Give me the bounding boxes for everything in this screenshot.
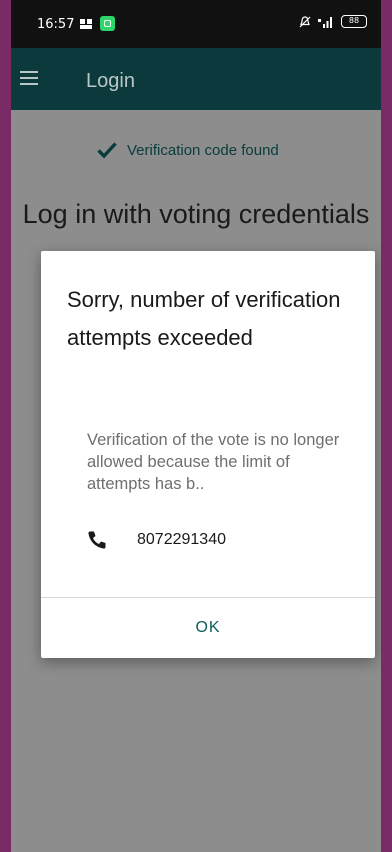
mute-icon (299, 15, 311, 27)
dialog-title: Sorry, number of verification attempts e… (67, 287, 341, 350)
verification-status: Verification code found (97, 140, 279, 160)
status-time: 16:57 (37, 17, 75, 32)
app-title: Login (86, 70, 135, 92)
error-dialog: Sorry, number of verification attempts e… (41, 251, 375, 658)
check-icon (97, 142, 117, 159)
signal-icon (318, 16, 332, 28)
app-bar: Login (11, 48, 381, 110)
page-heading: Log in with voting credentials (22, 199, 370, 229)
phone-contact[interactable]: 8072291340 (87, 530, 226, 550)
phone-screen: 16:57 88 Login Verification code found L… (11, 0, 381, 852)
app-icon (100, 16, 115, 31)
phone-number: 8072291340 (137, 531, 226, 548)
status-right-icons: 88 (299, 15, 367, 28)
ok-button[interactable]: OK (41, 598, 375, 658)
dialog-message: Verification of the vote is no longer al… (87, 431, 340, 493)
verification-status-text: Verification code found (127, 141, 279, 159)
phone-icon (88, 531, 106, 549)
status-bar: 16:57 88 (11, 0, 381, 48)
battery-icon: 88 (341, 15, 367, 28)
hamburger-menu-icon[interactable] (20, 69, 38, 87)
notification-icon (80, 19, 92, 29)
